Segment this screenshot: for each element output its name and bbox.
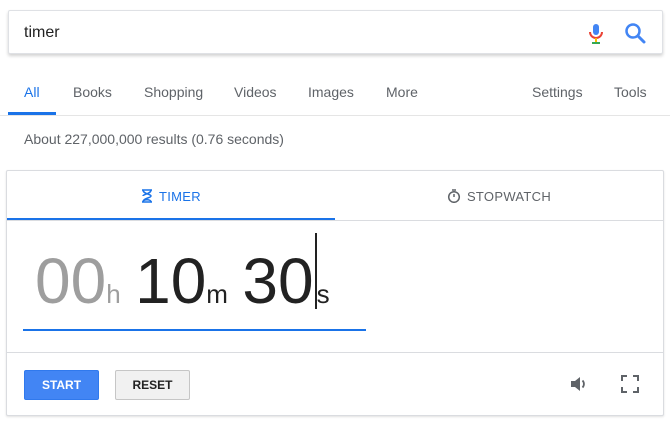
volume-icon[interactable] [568, 373, 590, 395]
hourglass-icon [142, 189, 153, 203]
seconds-value[interactable]: 30 [242, 245, 313, 317]
tab-images[interactable]: Images [308, 84, 354, 100]
reset-button[interactable]: RESET [115, 370, 190, 400]
tools-link[interactable]: Tools [614, 84, 647, 100]
tab-timer-label: TIMER [159, 188, 201, 204]
start-button[interactable]: START [24, 370, 99, 400]
result-stats: About 227,000,000 results (0.76 seconds) [24, 131, 284, 147]
tab-videos[interactable]: Videos [234, 84, 277, 100]
tab-more[interactable]: More [386, 84, 418, 100]
time-input[interactable]: 00h 10m 30 s [35, 233, 330, 323]
hours-value[interactable]: 00 [35, 245, 106, 317]
tab-stopwatch[interactable]: STOPWATCH [335, 171, 663, 221]
search-box [8, 10, 663, 54]
hours-unit: h [106, 279, 121, 309]
time-input-underline [23, 329, 366, 331]
active-tab-indicator [8, 112, 56, 115]
tab-books[interactable]: Books [73, 84, 112, 100]
tab-shopping[interactable]: Shopping [144, 84, 203, 100]
card-divider [7, 352, 663, 353]
fullscreen-icon[interactable] [619, 373, 641, 395]
mic-icon[interactable] [584, 21, 608, 45]
timer-tab-indicator [7, 218, 335, 220]
search-nav: All Books Shopping Videos Images More Se… [0, 70, 670, 116]
tab-all[interactable]: All [24, 84, 40, 100]
tab-stopwatch-label: STOPWATCH [466, 188, 552, 204]
stopwatch-icon [447, 189, 461, 203]
seconds-unit: s [316, 279, 330, 309]
timer-card: TIMER STOPWATCH 00h 10m 30 s START RESET [6, 170, 664, 416]
minutes-value[interactable]: 10 [135, 245, 206, 317]
search-icon[interactable] [623, 21, 647, 45]
settings-link[interactable]: Settings [532, 84, 583, 100]
tab-timer[interactable]: TIMER [7, 171, 335, 221]
minutes-unit: m [206, 279, 228, 309]
timer-tabs: TIMER STOPWATCH [7, 171, 663, 221]
search-input[interactable] [24, 22, 524, 44]
